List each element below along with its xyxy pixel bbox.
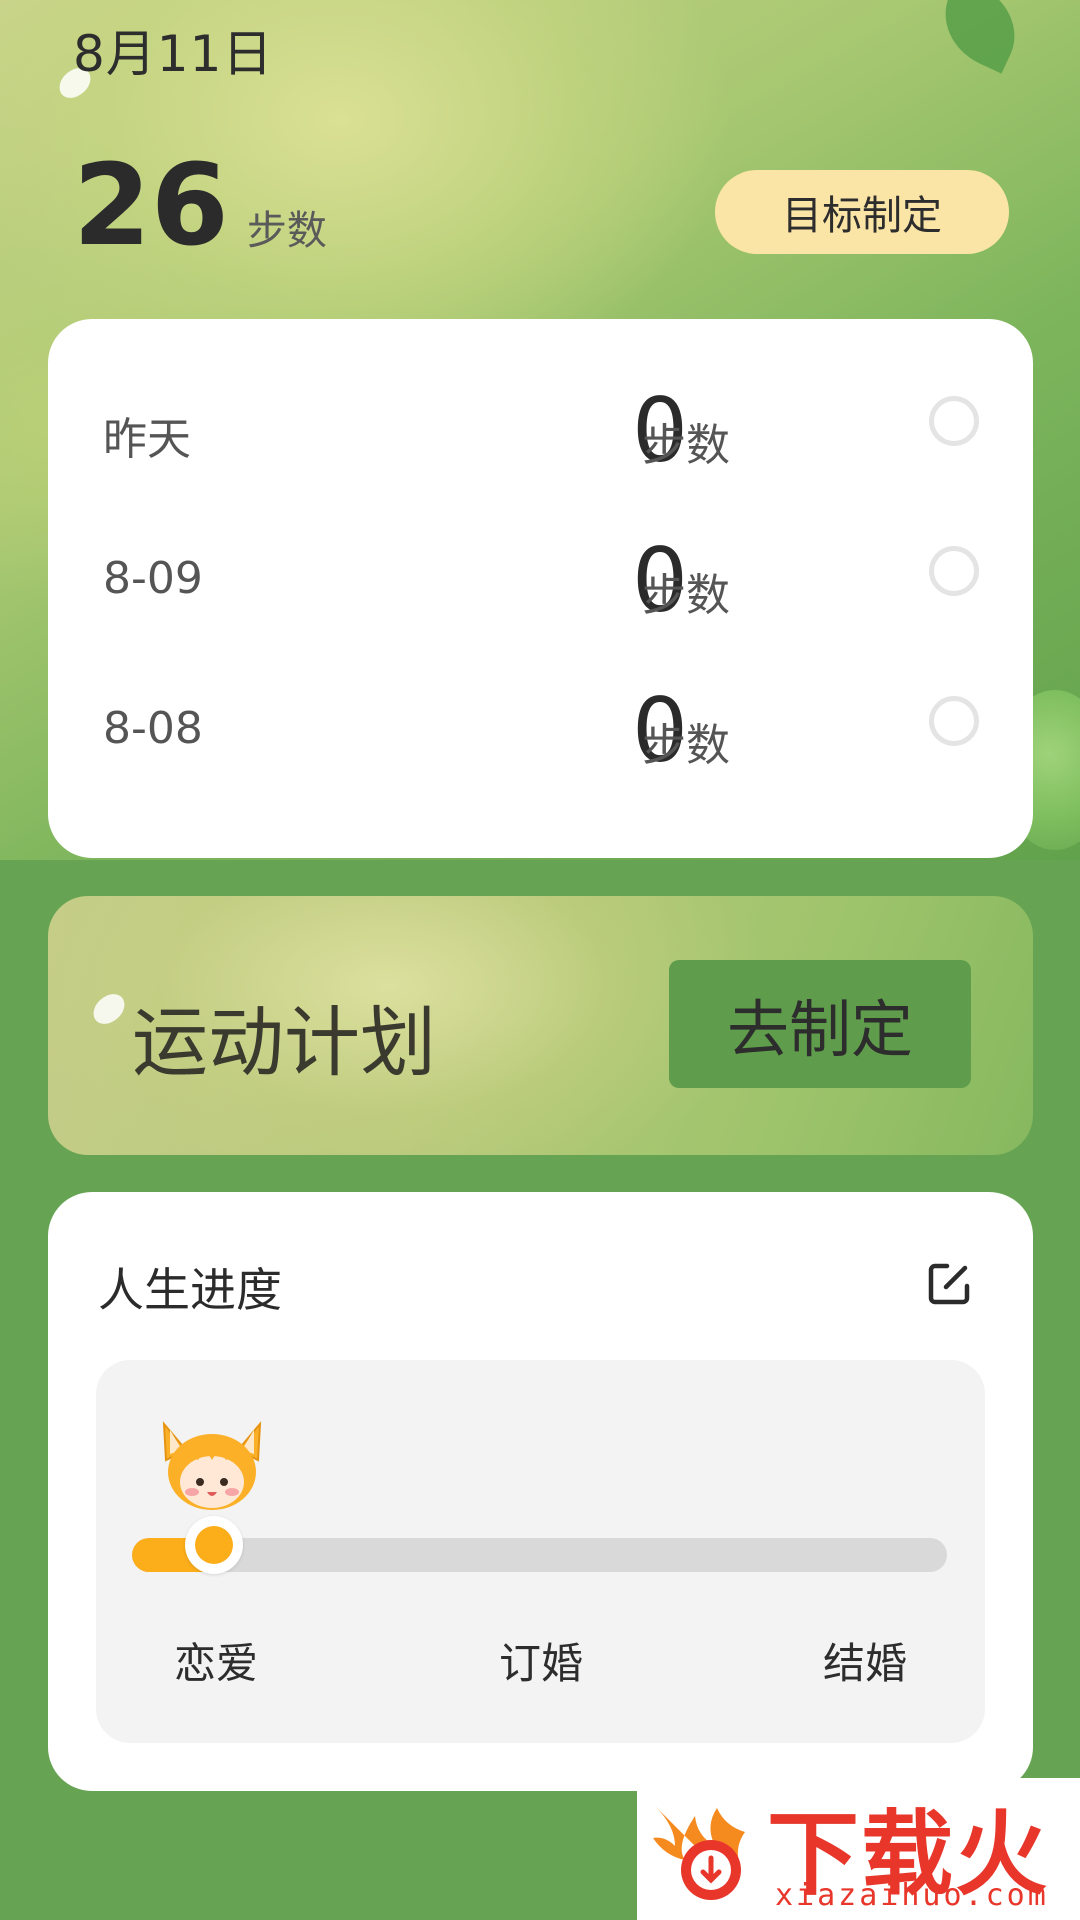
today-steps-unit: 步数 <box>246 208 327 254</box>
today-steps-value: 26 <box>73 141 229 271</box>
step-history-list: 昨天 0 步数 8-09 0 步数 8-08 0 步数 <box>48 319 1033 858</box>
butterfly-decoration <box>88 990 130 1028</box>
life-progress-card: 人生进度 恋爱 订婚 结婚 <box>48 1192 1033 1791</box>
history-row-unit: 步数 <box>642 420 730 471</box>
history-row-unit: 步数 <box>642 570 730 621</box>
goal-setting-button[interactable]: 目标制定 <box>715 170 1009 254</box>
life-progress-track <box>132 1538 947 1572</box>
check-circle-icon[interactable] <box>929 546 979 596</box>
history-row-unit: 步数 <box>642 720 730 771</box>
watermark-url: xiazaihuo.com <box>775 1878 1049 1913</box>
exercise-plan-title: 运动计划 <box>132 998 436 1087</box>
date-label: 8月11日 <box>73 25 274 83</box>
watermark: 下载火 xiazaihuo.com <box>637 1778 1080 1920</box>
edit-icon[interactable] <box>925 1260 973 1308</box>
today-steps: 26 步数 <box>73 150 327 262</box>
create-plan-button[interactable]: 去制定 <box>669 960 971 1088</box>
check-circle-icon[interactable] <box>929 396 979 446</box>
life-progress-title: 人生进度 <box>98 1263 282 1317</box>
history-row-label: 昨天 <box>103 414 191 465</box>
stage-label-engagement: 订婚 <box>498 1639 583 1688</box>
history-row-label: 8-08 <box>103 703 203 754</box>
check-circle-icon[interactable] <box>929 696 979 746</box>
history-row-yesterday[interactable]: 昨天 0 步数 <box>48 371 1033 491</box>
history-row-label: 8-09 <box>103 553 203 604</box>
life-progress-slider-handle[interactable] <box>184 1516 243 1574</box>
stage-label-love: 恋爱 <box>173 1639 258 1688</box>
stage-label-marriage: 结婚 <box>822 1639 907 1688</box>
history-row-0809[interactable]: 8-09 0 步数 <box>48 521 1033 641</box>
history-row-0808[interactable]: 8-08 0 步数 <box>48 671 1033 791</box>
flame-logo-icon <box>653 1806 745 1900</box>
exercise-plan-card: 运动计划 去制定 <box>48 896 1033 1155</box>
life-progress-panel: 恋爱 订婚 结婚 <box>96 1360 985 1743</box>
fox-mascot-icon <box>162 1421 262 1510</box>
